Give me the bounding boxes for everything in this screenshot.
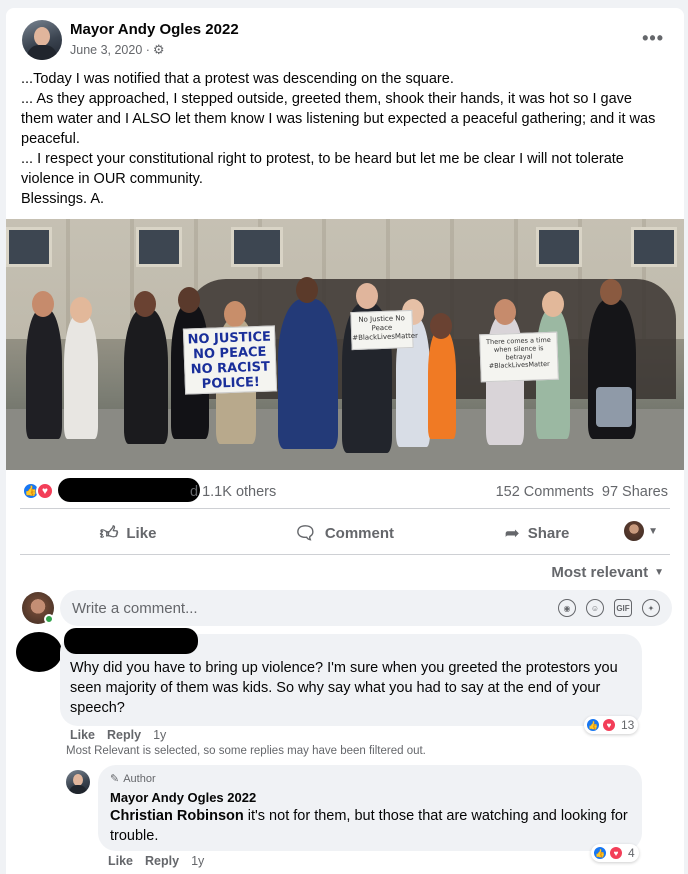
divider-top (20, 508, 670, 509)
comment-button[interactable]: 🗨︎ Comment (236, 513, 452, 553)
redacted-name (58, 478, 200, 502)
gif-icon[interactable]: GIF (614, 599, 632, 617)
comment-icon: 🗨︎ (293, 522, 317, 543)
sticker-icon[interactable]: ✦ (642, 599, 660, 617)
reply-author-avatar[interactable] (66, 770, 90, 794)
comment-reply-link[interactable]: Reply (107, 728, 141, 742)
reply-reply-link[interactable]: Reply (145, 854, 179, 868)
post-text: ...Today I was notified that a protest w… (21, 71, 656, 207)
reaction-summary[interactable]: 👍 ♥ (22, 482, 54, 500)
author-avatar[interactable] (22, 20, 62, 60)
author-name[interactable]: Mayor Andy Ogles 2022 (70, 21, 239, 38)
avatar-sticker-icon[interactable]: ◉ (558, 599, 576, 617)
comment-like-link[interactable]: Like (70, 728, 95, 742)
more-options-button[interactable]: ••• (642, 28, 664, 49)
author-badge: ✎ Author (110, 772, 156, 786)
comment-reaction-count: 13 (621, 718, 635, 732)
comment-input[interactable] (72, 599, 558, 617)
pencil-icon: ✎ (110, 773, 120, 785)
post-counts: 152 Comments 97 Shares (496, 484, 668, 500)
post-date-text[interactable]: June 3, 2020 · (70, 43, 150, 57)
post-photo[interactable]: NO JUSTICE NO PEACE NO RACIST POLICE! No… (6, 219, 684, 470)
like-button[interactable]: 👍︎ Like (20, 513, 236, 553)
post-date[interactable]: June 3, 2020 · ⚙ (70, 42, 165, 58)
share-button[interactable]: ➦ Share (452, 513, 622, 553)
profile-avatar-small (624, 521, 645, 541)
author-badge-label: Author (123, 772, 156, 785)
reply-text: Christian Robinson it's not for them, bu… (110, 806, 630, 846)
love-reaction-icon: ♥ (36, 482, 54, 500)
protest-sign-3: There comes a time when silence is betra… (479, 331, 559, 383)
mention-tag[interactable]: Christian Robinson (110, 808, 244, 824)
reply-reactions[interactable]: 👍 ♥ 4 (591, 844, 639, 862)
comment-actions: Like Reply 1y (70, 728, 166, 742)
emoji-icon[interactable]: ☺ (586, 599, 604, 617)
caret-down-icon: ▼ (654, 567, 664, 578)
comment-composer[interactable]: ◉ ☺ GIF ✦ (60, 590, 672, 626)
reply-time[interactable]: 1y (191, 854, 204, 868)
comment-label: Comment (324, 524, 395, 542)
post-card: Mayor Andy Ogles 2022 June 3, 2020 · ⚙ •… (6, 8, 684, 874)
like-reaction-icon: 👍 (592, 845, 608, 861)
comment-text: Why did you have to bring up violence? I… (70, 660, 618, 716)
redacted-commenter-name (64, 628, 198, 654)
protest-sign-2: No Justice No Peace #BlackLivesMatter (350, 309, 418, 351)
share-icon: ➦ (504, 522, 520, 543)
audience-selector[interactable]: ▼ (624, 521, 658, 541)
love-reaction-icon: ♥ (608, 845, 624, 861)
thumbs-up-icon: 👍︎ (99, 523, 119, 543)
like-reaction-icon: 👍 (585, 717, 601, 733)
comment-sort-dropdown[interactable]: Most relevant ▼ (551, 564, 664, 581)
comments-count[interactable]: 152 Comments (496, 484, 594, 500)
reply-author-name[interactable]: Mayor Andy Ogles 2022 (110, 790, 256, 805)
filter-note: Most Relevant is selected, so some repli… (66, 745, 426, 757)
reaction-names[interactable]: d 1.1K others (190, 484, 276, 500)
comment-reactions[interactable]: 👍 ♥ 13 (584, 716, 639, 734)
comment-time[interactable]: 1y (153, 728, 166, 742)
like-label: Like (126, 524, 157, 542)
sort-label: Most relevant (551, 564, 649, 581)
reply-actions: Like Reply 1y (108, 854, 204, 868)
divider-bottom (20, 554, 670, 555)
caret-down-icon: ▼ (648, 525, 658, 537)
reply-reaction-count: 4 (628, 846, 635, 860)
gear-icon[interactable]: ⚙ (153, 42, 165, 58)
redacted-avatar (16, 632, 62, 672)
shares-count[interactable]: 97 Shares (602, 484, 668, 500)
reply-like-link[interactable]: Like (108, 854, 133, 868)
love-reaction-icon: ♥ (601, 717, 617, 733)
protest-sign-1: NO JUSTICE NO PEACE NO RACIST POLICE! (182, 325, 278, 395)
share-label: Share (527, 524, 570, 542)
online-status-dot (44, 614, 54, 624)
